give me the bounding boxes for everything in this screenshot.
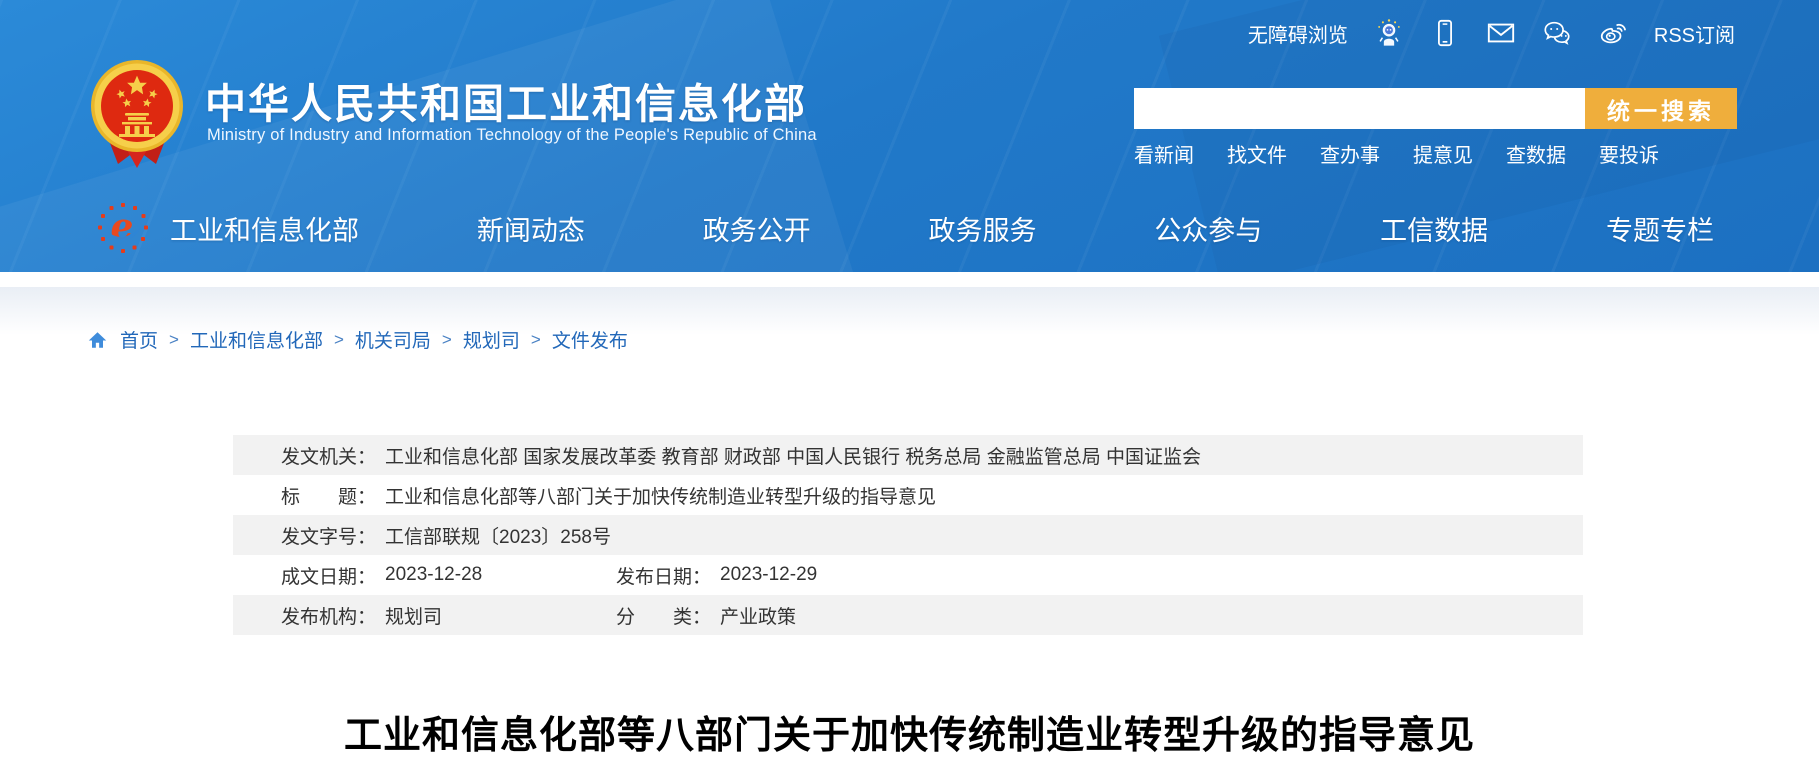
table-row-title: 标 题： 工业和信息化部等八部门关于加快传统制造业转型升级的指导意见 [233,475,1583,515]
page-title: 工业和信息化部等八部门关于加快传统制造业转型升级的指导意见 [0,704,1819,759]
meta-label: 成文日期： [281,562,376,589]
svg-text:e: e [111,206,134,248]
search-bar: 统一搜索 [1134,88,1737,129]
breadcrumb-planning-dept[interactable]: 规划司 [463,326,520,353]
nav-items: 工业和信息化部 新闻动态 政务公开 政务服务 公众参与 工信数据 专题专栏 [170,184,1714,272]
robot-icon[interactable] [1374,18,1404,48]
search-input[interactable] [1134,88,1585,129]
wechat-icon[interactable] [1542,18,1572,48]
site-title[interactable]: 中华人民共和国工业和信息化部 [205,70,807,130]
meta-label: 分 类： [616,602,711,629]
table-row-doc-number: 发文字号： 工信部联规〔2023〕258号 [233,515,1583,555]
national-emblem-logo [88,56,186,170]
site-subtitle: Ministry of Industry and Information Tec… [207,126,817,145]
meta-value: 规划司 [385,602,442,629]
main-nav: e 工业和信息化部 新闻动态 政务公开 政务服务 公众参与 工信数据 专题专栏 [0,184,1819,272]
accessibility-link[interactable]: 无障碍浏览 [1248,19,1348,48]
search-button[interactable]: 统一搜索 [1585,88,1737,129]
table-row-publisher-category: 发布机构： 规划司 分 类： 产业政策 [233,595,1583,635]
mobile-icon[interactable] [1430,18,1460,48]
home-icon[interactable] [86,329,109,351]
utility-bar: 无障碍浏览 [1248,18,1735,48]
meta-value: 2023-12-28 [385,564,482,586]
breadcrumb-separator: > [442,330,452,350]
meta-label: 标 题： [281,482,376,509]
quick-link-feedback[interactable]: 提意见 [1413,139,1473,168]
meta-value: 工业和信息化部 国家发展改革委 教育部 财政部 中国人民银行 税务总局 金融监管… [385,442,1201,469]
weibo-icon[interactable] [1598,18,1628,48]
meta-value: 工业和信息化部等八部门关于加快传统制造业转型升级的指导意见 [385,482,936,509]
meta-label: 发布机构： [281,602,376,629]
nav-item-participation[interactable]: 公众参与 [1154,209,1262,248]
table-row-issuing-agency: 发文机关： 工业和信息化部 国家发展改革委 教育部 财政部 中国人民银行 税务总… [233,435,1583,475]
breadcrumb-separator: > [334,330,344,350]
miit-e-logo-icon: e [96,201,150,255]
meta-value: 2023-12-29 [720,564,817,586]
quick-link-complaint[interactable]: 要投诉 [1599,139,1659,168]
nav-item-gov-info[interactable]: 政务公开 [703,209,811,248]
breadcrumb-separator: > [169,330,179,350]
meta-value: 工信部联规〔2023〕258号 [385,522,611,549]
breadcrumb-document-release[interactable]: 文件发布 [552,326,628,353]
breadcrumb: 首页 > 工业和信息化部 > 机关司局 > 规划司 > 文件发布 [86,326,628,353]
quick-link-news[interactable]: 看新闻 [1134,139,1194,168]
nav-item-miit[interactable]: 工业和信息化部 [170,209,359,248]
breadcrumb-departments[interactable]: 机关司局 [355,326,431,353]
quick-links: 看新闻 找文件 查办事 提意见 查数据 要投诉 [1134,139,1659,168]
page: 无障碍浏览 [0,0,1819,774]
quick-link-data[interactable]: 查数据 [1506,139,1566,168]
meta-label: 发文机关： [281,442,376,469]
mail-icon[interactable] [1486,18,1516,48]
document-meta-table: 发文机关： 工业和信息化部 国家发展改革委 教育部 财政部 中国人民银行 税务总… [233,435,1583,635]
breadcrumb-home[interactable]: 首页 [120,326,158,353]
table-row-dates: 成文日期： 2023-12-28 发布日期： 2023-12-29 [233,555,1583,595]
meta-label: 发文字号： [281,522,376,549]
meta-value: 产业政策 [720,602,796,629]
breadcrumb-miit[interactable]: 工业和信息化部 [190,326,323,353]
nav-item-news[interactable]: 新闻动态 [477,209,585,248]
rss-link[interactable]: RSS订阅 [1654,19,1735,48]
site-header: 无障碍浏览 [0,0,1819,272]
quick-link-services[interactable]: 查办事 [1320,139,1380,168]
nav-item-special[interactable]: 专题专栏 [1606,209,1714,248]
quick-link-files[interactable]: 找文件 [1227,139,1287,168]
breadcrumb-separator: > [531,330,541,350]
meta-label: 发布日期： [616,562,711,589]
nav-item-data[interactable]: 工信数据 [1380,209,1488,248]
nav-item-gov-services[interactable]: 政务服务 [928,209,1036,248]
